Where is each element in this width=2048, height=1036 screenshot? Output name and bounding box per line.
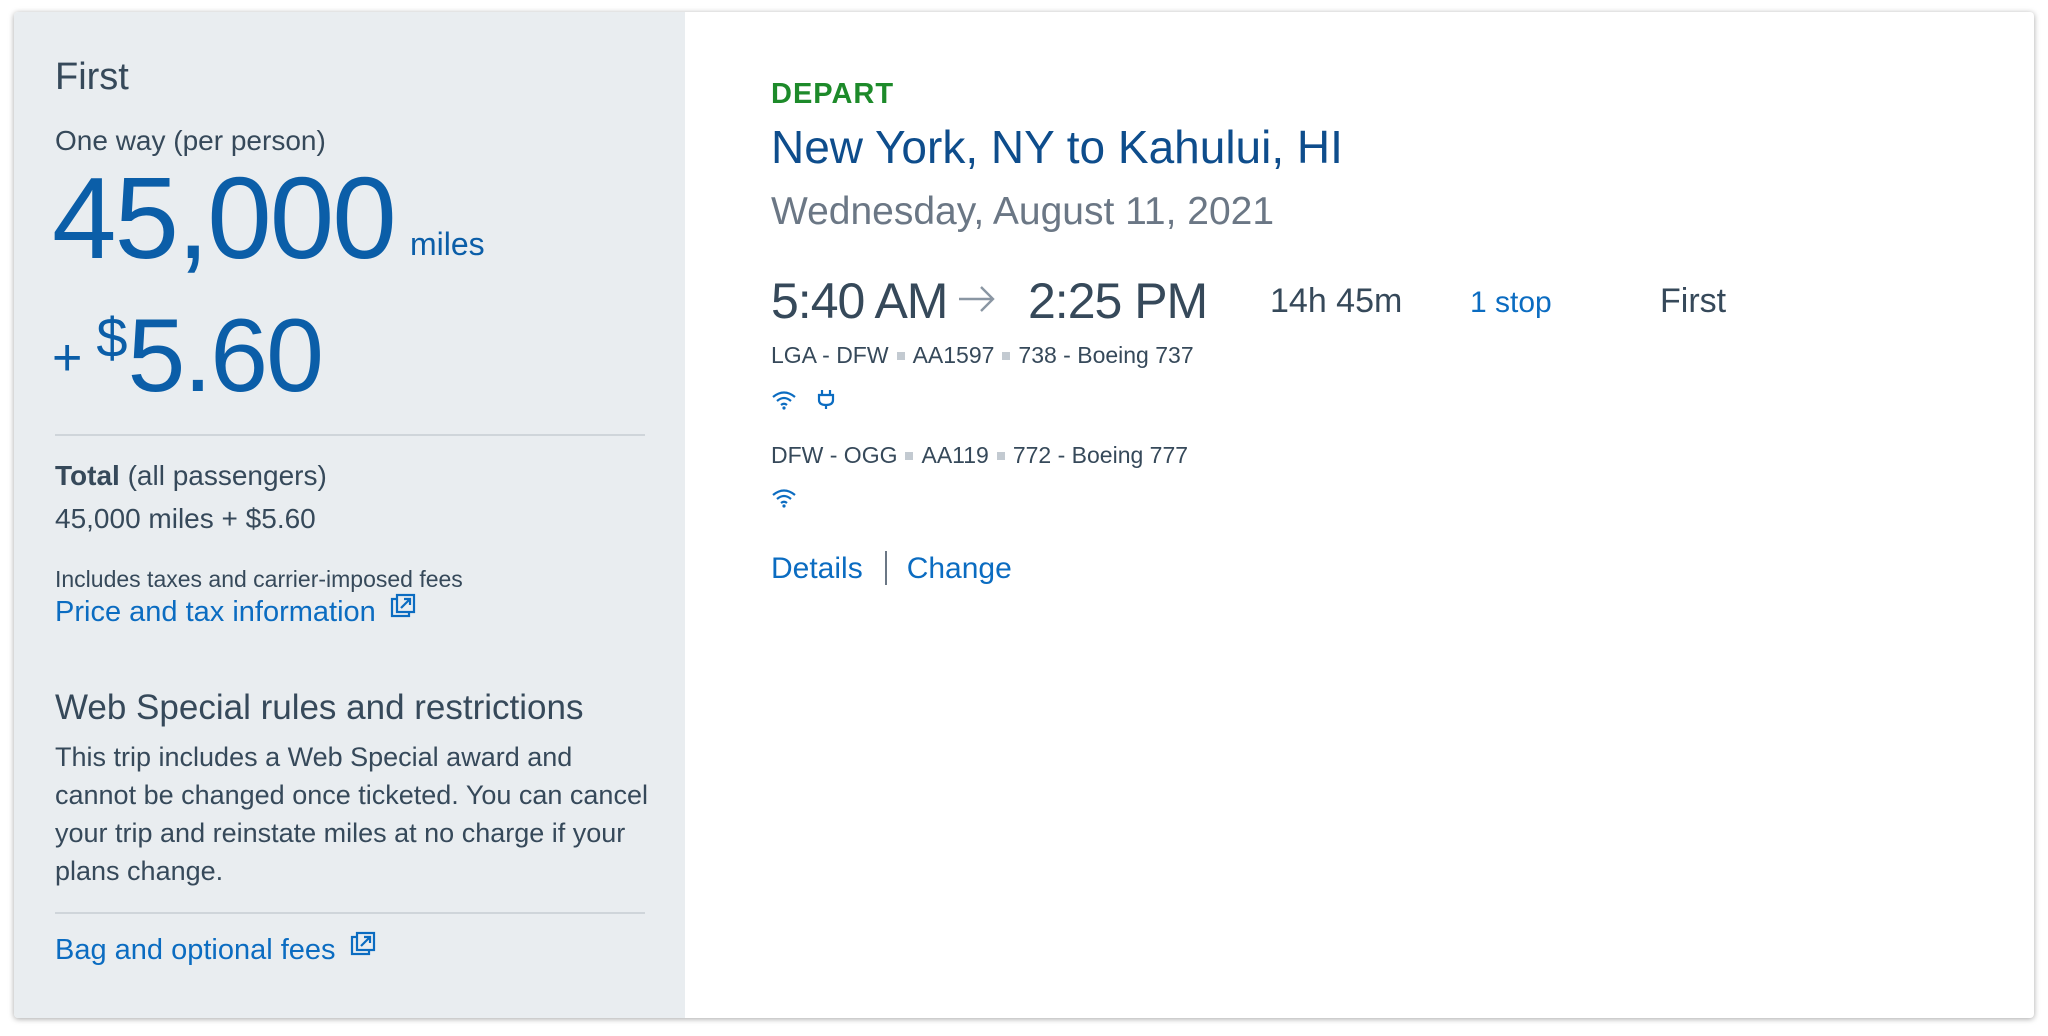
segment-route: LGA - DFW bbox=[771, 342, 889, 368]
bag-fees-label: Bag and optional fees bbox=[55, 934, 336, 966]
price-tax-info-label: Price and tax information bbox=[55, 596, 376, 628]
segment-flight-number: AA1597 bbox=[912, 342, 995, 368]
flight-duration: 14h 45m bbox=[1270, 282, 1403, 320]
segment-info: LGA - DFW AA1597 738 - Boeing 737 bbox=[771, 342, 1194, 369]
segment-info: DFW - OGG AA119 772 - Boeing 777 bbox=[771, 442, 1188, 469]
total-label-rest: (all passengers) bbox=[119, 460, 327, 491]
stops-link[interactable]: 1 stop bbox=[1470, 286, 1552, 320]
web-special-body: This trip includes a Web Special award a… bbox=[55, 742, 648, 886]
cash-value: 5.60 bbox=[127, 298, 324, 414]
arrive-time: 2:25 PM bbox=[1028, 273, 1208, 329]
external-link-icon bbox=[390, 593, 416, 627]
total-value: 45,000 miles + $5.60 bbox=[55, 503, 316, 534]
cabin-class: First bbox=[1660, 282, 1727, 320]
price-summary-panel: First One way (per person) 45,000 miles … bbox=[14, 12, 685, 1018]
total-label: Total (all passengers) bbox=[55, 460, 327, 492]
wifi-icon bbox=[771, 390, 797, 415]
segment-aircraft: 738 - Boeing 737 bbox=[1018, 342, 1194, 368]
includes-taxes-text: Includes taxes and carrier-imposed fees bbox=[55, 566, 463, 592]
plus-sign: + bbox=[52, 329, 83, 387]
power-outlet-icon bbox=[815, 388, 837, 415]
separator-dot bbox=[1002, 351, 1011, 360]
total-label-bold: Total bbox=[55, 460, 120, 491]
divider bbox=[55, 912, 645, 914]
miles-unit: miles bbox=[410, 226, 485, 262]
web-special-title: Web Special rules and restrictions bbox=[55, 688, 584, 727]
link-separator bbox=[884, 551, 887, 586]
segment-amenities bbox=[771, 488, 797, 513]
flight-actions: Details Change bbox=[771, 551, 1012, 587]
arrow-right-icon bbox=[957, 282, 997, 321]
wifi-icon bbox=[771, 488, 797, 513]
external-link-icon bbox=[350, 931, 376, 965]
bag-fees-link[interactable]: Bag and optional fees bbox=[55, 931, 376, 968]
miles-amount: 45,000 bbox=[52, 153, 397, 283]
direction-label: DEPART bbox=[771, 78, 895, 110]
segment-amenities bbox=[771, 388, 837, 415]
segment-flight-number: AA119 bbox=[921, 442, 989, 468]
details-link[interactable]: Details bbox=[771, 552, 863, 585]
flight-date: Wednesday, August 11, 2021 bbox=[771, 190, 1275, 233]
depart-time: 5:40 AM bbox=[771, 273, 948, 329]
separator-dot bbox=[896, 351, 905, 360]
flight-details-panel: DEPART New York, NY to Kahului, HI Wedne… bbox=[685, 12, 2034, 1018]
cabin-label: First bbox=[55, 56, 129, 98]
currency-symbol: $ bbox=[96, 306, 128, 369]
divider bbox=[55, 434, 645, 436]
segment-route: DFW - OGG bbox=[771, 442, 898, 468]
trip-summary-card: First One way (per person) 45,000 miles … bbox=[14, 12, 2034, 1018]
segment-aircraft: 772 - Boeing 777 bbox=[1012, 442, 1189, 468]
price-tax-info-link[interactable]: Price and tax information bbox=[55, 593, 416, 630]
cash-amount: + $5.60 bbox=[52, 304, 324, 408]
route-title: New York, NY to Kahului, HI bbox=[771, 121, 1343, 173]
separator-dot bbox=[905, 451, 914, 460]
separator-dot bbox=[996, 451, 1005, 460]
change-link[interactable]: Change bbox=[907, 552, 1012, 585]
